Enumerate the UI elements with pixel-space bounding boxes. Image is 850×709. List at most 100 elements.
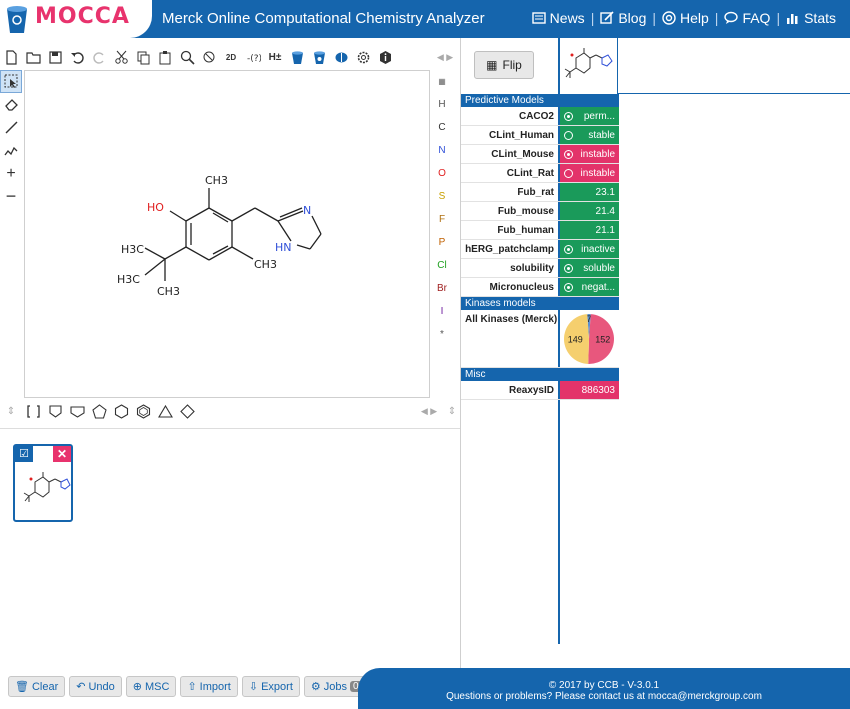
cyclohexane-icon[interactable] — [110, 401, 132, 421]
zoom-icon: ⊕ — [132, 681, 142, 693]
undo-button[interactable]: ↶ Undo — [69, 676, 122, 697]
kinases-pie-cell[interactable]: 7 152 149 — [560, 310, 619, 367]
footer-contact: Questions or problems? Please contact us… — [446, 691, 762, 702]
atom-o[interactable]: O — [432, 162, 452, 185]
periodic-table-icon[interactable]: ▦ — [432, 70, 452, 93]
nav-news[interactable]: News — [531, 10, 585, 26]
predictive-row-value[interactable]: inactive — [560, 240, 619, 258]
msc-button[interactable]: ⊕ MSC — [125, 676, 177, 697]
settings-icon[interactable] — [352, 47, 374, 67]
nav-blog[interactable]: Blog — [600, 10, 646, 26]
molecule-thumbnail-card[interactable]: ☑ ✕ — [13, 444, 73, 522]
cup-alt-icon[interactable] — [308, 47, 330, 67]
molecule-structure[interactable]: HO CH3 CH3 H3C H3C CH3 N HN — [25, 71, 429, 397]
atom-s[interactable]: S — [432, 185, 452, 208]
atom-p[interactable]: P — [432, 231, 452, 254]
column-molecule-thumbnail[interactable] — [560, 40, 618, 92]
editor-left-toolbar: + − — [0, 70, 24, 208]
template-brackets-icon[interactable] — [22, 401, 44, 421]
info-icon[interactable] — [374, 47, 396, 67]
predictive-row-value[interactable]: instable — [560, 164, 619, 182]
save-icon[interactable] — [44, 47, 66, 67]
open-folder-icon[interactable] — [22, 47, 44, 67]
template-scroll-arrows-icon[interactable]: ◀ ▶ — [414, 401, 444, 421]
predictive-row-value[interactable]: 23.1 — [560, 183, 619, 201]
editor-bottom-toolbar: ⇕ ◀ ▶ ⇕ — [0, 400, 460, 422]
predictive-row-value[interactable]: soluble — [560, 259, 619, 277]
predictive-row: Micronucleus negat... — [461, 278, 619, 297]
flip-button-label: Flip — [502, 58, 522, 72]
atom-f[interactable]: F — [432, 208, 452, 231]
select-checkbox-icon[interactable]: ☑ — [15, 446, 33, 462]
cyclopentane-icon[interactable] — [88, 401, 110, 421]
logo[interactable]: MOCCA — [0, 0, 152, 38]
table-icon: ▦ — [486, 58, 498, 72]
predictive-row-label: Micronucleus — [489, 282, 554, 293]
footer: © 2017 by CCB - V-3.0.1 Questions or pro… — [358, 668, 850, 709]
atom-i[interactable]: I — [432, 300, 452, 323]
atom-br[interactable]: Br — [432, 277, 452, 300]
predictive-row-label: Fub_rat — [517, 187, 554, 198]
predictive-row-value[interactable]: 21.4 — [560, 202, 619, 220]
reaxys-value[interactable]: 886303 — [560, 381, 619, 399]
cup-icon[interactable] — [286, 47, 308, 67]
clear-button[interactable]: 🗑 Clear — [8, 676, 66, 697]
cut-icon[interactable] — [110, 47, 132, 67]
stereo-icon[interactable]: -(?)- — [242, 47, 264, 67]
benzene-icon[interactable] — [132, 401, 154, 421]
nav-help[interactable]: Help — [662, 10, 709, 26]
predictive-row-value[interactable]: 21.1 — [560, 221, 619, 239]
single-bond-icon[interactable] — [0, 116, 22, 139]
zoom-icon[interactable] — [176, 47, 198, 67]
flip-button[interactable]: ▦ Flip — [474, 51, 534, 79]
export-button[interactable]: ⇩ Export — [241, 676, 300, 697]
scroll-updown-icon[interactable]: ⇕ — [0, 401, 22, 421]
jobs-button-label: Jobs — [323, 680, 347, 693]
pane-splitter[interactable] — [0, 428, 460, 431]
copy-icon[interactable] — [132, 47, 154, 67]
redo-icon[interactable] — [88, 47, 110, 67]
predictive-row-value[interactable]: negat... — [560, 278, 619, 296]
edit-icon — [600, 11, 614, 24]
chain-icon[interactable] — [0, 139, 22, 162]
clean-icon[interactable] — [198, 47, 220, 67]
atom-c[interactable]: C — [432, 116, 452, 139]
atom-n[interactable]: N — [432, 139, 452, 162]
paste-icon[interactable] — [154, 47, 176, 67]
scroll-updown-right-icon[interactable]: ⇕ — [444, 401, 460, 421]
triangle-icon[interactable] — [154, 401, 176, 421]
predictive-row-value[interactable]: perm... — [560, 107, 619, 125]
reaxys-label: ReaxysID — [508, 385, 554, 396]
molecule-canvas[interactable]: HO CH3 CH3 H3C H3C CH3 N HN — [24, 70, 430, 398]
predictive-row-value[interactable]: stable — [560, 126, 619, 144]
new-file-icon[interactable] — [0, 47, 22, 67]
charge-minus-icon[interactable]: − — [0, 185, 22, 208]
select-tool-icon[interactable] — [0, 70, 22, 93]
toolbar-scroll-arrows-icon[interactable]: ◀ ▶ — [430, 47, 460, 67]
nav-separator: | — [652, 10, 656, 26]
undo-button-label: Undo — [88, 680, 115, 693]
cyclopropane-icon[interactable] — [66, 401, 88, 421]
nav-faq[interactable]: FAQ — [724, 10, 770, 26]
properties-table: Predictive Models CACO2 perm... CLint_Huma… — [461, 94, 619, 400]
atom-cl[interactable]: Cl — [432, 254, 452, 277]
n-label: N — [303, 204, 311, 217]
shield-template-icon[interactable] — [44, 401, 66, 421]
atom-any[interactable]: * — [432, 323, 452, 346]
atom-h[interactable]: H — [432, 93, 452, 116]
hydrogen-toggle-icon[interactable]: H± — [264, 47, 286, 67]
kinases-pie-chart[interactable]: 7152149 — [560, 310, 619, 368]
undo-icon[interactable] — [66, 47, 88, 67]
eraser-icon[interactable] — [0, 93, 22, 116]
nav-stats[interactable]: Stats — [786, 10, 836, 26]
dot-circle-icon — [564, 263, 573, 273]
close-icon[interactable]: ✕ — [53, 446, 71, 462]
charge-plus-icon[interactable]: + — [0, 162, 22, 185]
predictive-row-value-text: negat... — [581, 281, 615, 293]
diamond-icon[interactable] — [176, 401, 198, 421]
tbu-methyl-label-3: CH3 — [157, 285, 180, 298]
brain-icon[interactable] — [330, 47, 352, 67]
import-button[interactable]: ⇧ Import — [180, 676, 238, 697]
layout-2d-icon[interactable]: 2D — [220, 47, 242, 67]
predictive-row-value[interactable]: instable — [560, 145, 619, 163]
